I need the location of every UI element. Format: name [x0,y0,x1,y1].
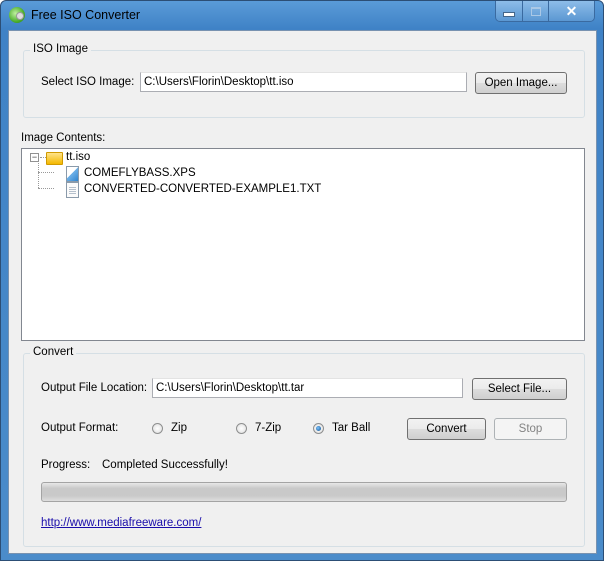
close-icon: ✕ [565,2,578,19]
radio-tarball-label[interactable]: Tar Ball [332,422,370,434]
iso-path-input[interactable]: C:\Users\Florin\Desktop\tt.iso [140,72,467,92]
tree-item-label: CONVERTED-CONVERTED-EXAMPLE1.TXT [84,183,322,195]
xps-file-icon [66,166,79,182]
iso-image-group: ISO Image Select ISO Image: C:\Users\Flo… [23,43,585,118]
tree-item-label: COMEFLYBASS.XPS [84,167,196,179]
text-file-icon [66,182,79,198]
convert-button[interactable]: Convert [407,418,486,440]
tree-item-root[interactable]: − tt.iso [22,149,222,165]
progress-label: Progress: [41,459,91,471]
website-link[interactable]: http://www.mediafreeware.com/ [41,517,201,529]
convert-group-label: Convert [30,346,77,358]
tree-item[interactable]: CONVERTED-CONVERTED-EXAMPLE1.TXT [22,181,322,198]
tree-item[interactable]: COMEFLYBASS.XPS [22,165,322,182]
app-icon[interactable] [9,7,25,23]
output-location-label: Output File Location: [41,382,148,394]
tree-item-label: tt.iso [66,151,91,163]
stop-button[interactable]: Stop [494,418,567,440]
window-title: Free ISO Converter [31,8,141,22]
output-location-input[interactable]: C:\Users\Florin\Desktop\tt.tar [152,378,463,398]
radio-zip[interactable] [152,423,163,434]
folder-icon [46,152,63,165]
iso-image-group-label: ISO Image [30,43,91,55]
client-area: ISO Image Select ISO Image: C:\Users\Flo… [8,30,597,554]
caption-buttons: ✕ [495,1,595,22]
minimize-icon [503,11,515,17]
maximize-icon [530,6,541,16]
select-file-button[interactable]: Select File... [472,378,567,400]
close-button[interactable]: ✕ [549,1,594,21]
open-image-button[interactable]: Open Image... [475,72,567,94]
output-format-label: Output Format: [41,422,119,434]
radio-7zip-label[interactable]: 7-Zip [255,422,281,434]
progress-bar [41,482,567,502]
image-contents-label: Image Contents: [21,132,106,144]
convert-group: Convert Output File Location: C:\Users\F… [23,346,585,547]
progress-status: Completed Successfully! [102,459,228,471]
radio-tarball[interactable] [313,423,324,434]
radio-zip-label[interactable]: Zip [171,422,187,434]
radio-7zip[interactable] [236,423,247,434]
minimize-button[interactable] [496,1,523,21]
maximize-button[interactable] [523,1,549,21]
collapse-icon[interactable]: − [30,153,39,162]
app-window: Free ISO Converter ✕ ISO Image Select IS… [0,0,604,561]
select-iso-label: Select ISO Image: [41,76,135,88]
image-contents-tree[interactable]: − tt.iso COMEFLYBASS.XPS CONVERTED-CONVE… [21,148,585,341]
title-bar[interactable]: Free ISO Converter ✕ [1,1,603,30]
